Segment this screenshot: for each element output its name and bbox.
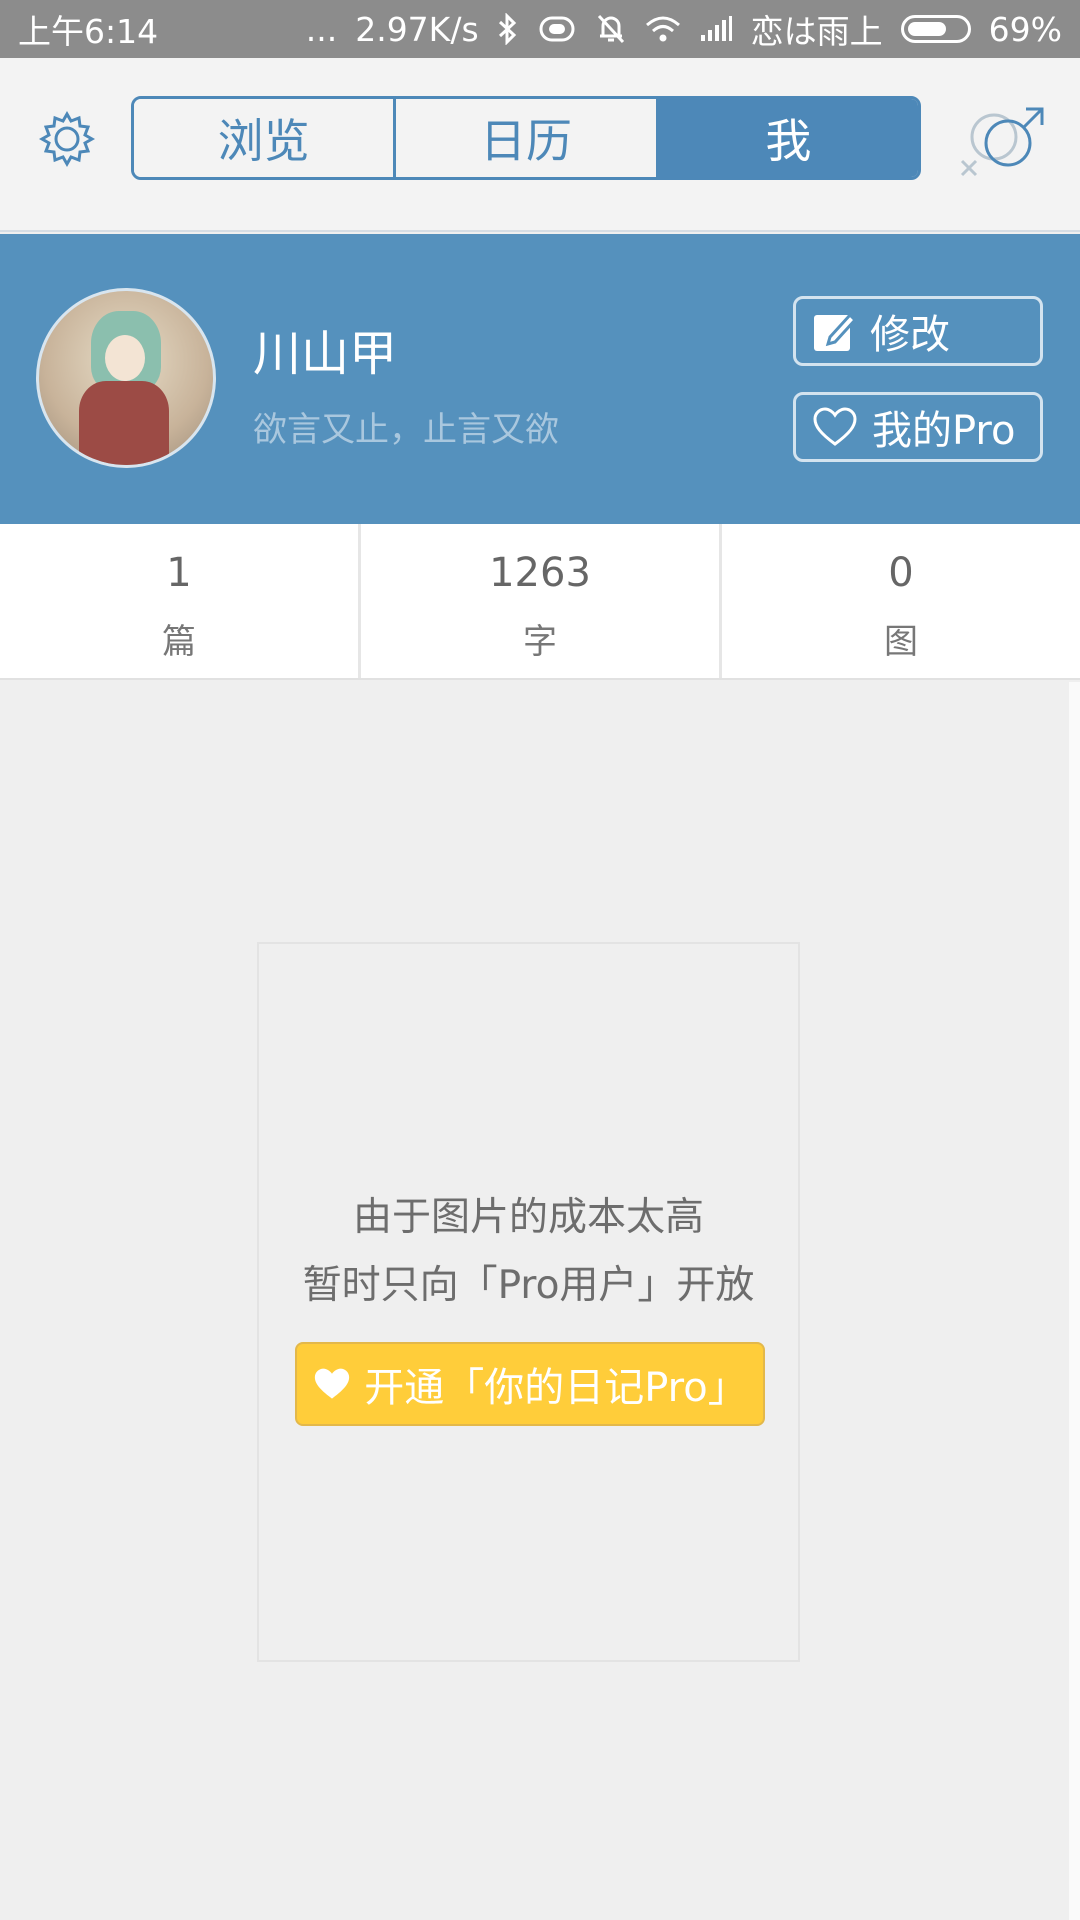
status-right: ... 2.97K/s 恋は雨上 69% <box>306 5 1062 53</box>
vibrate-icon <box>537 14 577 44</box>
avatar-face <box>105 335 145 381</box>
activate-pro-button[interactable]: 开通「你的日记Pro」 <box>295 1342 765 1426</box>
edit-icon <box>814 312 856 351</box>
edit-label: 修改 <box>870 312 950 358</box>
stat-posts[interactable]: 1 篇 <box>0 524 361 678</box>
stat-label: 篇 <box>162 622 196 662</box>
username: 川山甲 <box>253 326 398 382</box>
my-pro-button[interactable]: 我的Pro <box>793 392 1043 462</box>
edit-profile-button[interactable]: 修改 <box>793 296 1043 366</box>
heart-icon <box>315 1368 350 1399</box>
heart-outline-icon <box>813 407 857 446</box>
signature: 欲言又止，止言又欲 <box>253 410 559 450</box>
stat-images[interactable]: 0 图 <box>722 524 1080 678</box>
wifi-icon <box>645 15 681 43</box>
promo-line-2: 暂时只向「Pro用户」开放 <box>302 1263 755 1308</box>
status-time: 上午6:14 <box>18 12 159 51</box>
signal-icon <box>699 15 733 43</box>
avatar-coat <box>79 381 169 465</box>
carrier-name: 恋は雨上 <box>750 12 883 51</box>
stats-bar: 1 篇 1263 字 0 图 <box>0 524 1080 680</box>
activate-pro-label: 开通「你的日记Pro」 <box>364 1365 748 1411</box>
status-bar: 上午6:14 ... 2.97K/s 恋は雨上 69% <box>0 0 1080 58</box>
more-dots: ... <box>305 9 338 49</box>
mute-bell-icon <box>595 12 627 46</box>
avatar[interactable] <box>36 288 216 468</box>
gender-icon[interactable] <box>950 103 1050 183</box>
stat-value: 1263 <box>489 550 591 596</box>
tab-browse[interactable]: 浏览 <box>134 99 397 177</box>
bluetooth-icon <box>497 13 519 45</box>
profile-header: 川山甲 欲言又止，止言又欲 修改 我的Pro <box>0 234 1080 524</box>
tab-calendar[interactable]: 日历 <box>396 99 659 177</box>
stat-label: 图 <box>884 622 918 662</box>
stat-label: 字 <box>523 622 557 662</box>
segmented-tabs: 浏览 日历 我 <box>131 96 921 180</box>
network-speed: 2.97K/s <box>355 9 479 49</box>
battery-icon <box>900 15 971 43</box>
stat-value: 0 <box>888 550 914 596</box>
top-nav: 浏览 日历 我 <box>0 58 1080 232</box>
battery-percent: 69% <box>988 9 1062 49</box>
stat-value: 1 <box>166 550 192 596</box>
stat-words[interactable]: 1263 字 <box>361 524 722 678</box>
tab-me[interactable]: 我 <box>658 99 918 177</box>
scrollbar[interactable] <box>1069 682 1080 1920</box>
pro-promo-card: 由于图片的成本太高 暂时只向「Pro用户」开放 开通「你的日记Pro」 <box>257 942 800 1662</box>
promo-line-1: 由于图片的成本太高 <box>352 1195 704 1240</box>
my-pro-label: 我的Pro <box>872 408 1016 454</box>
gear-icon[interactable] <box>38 110 96 168</box>
